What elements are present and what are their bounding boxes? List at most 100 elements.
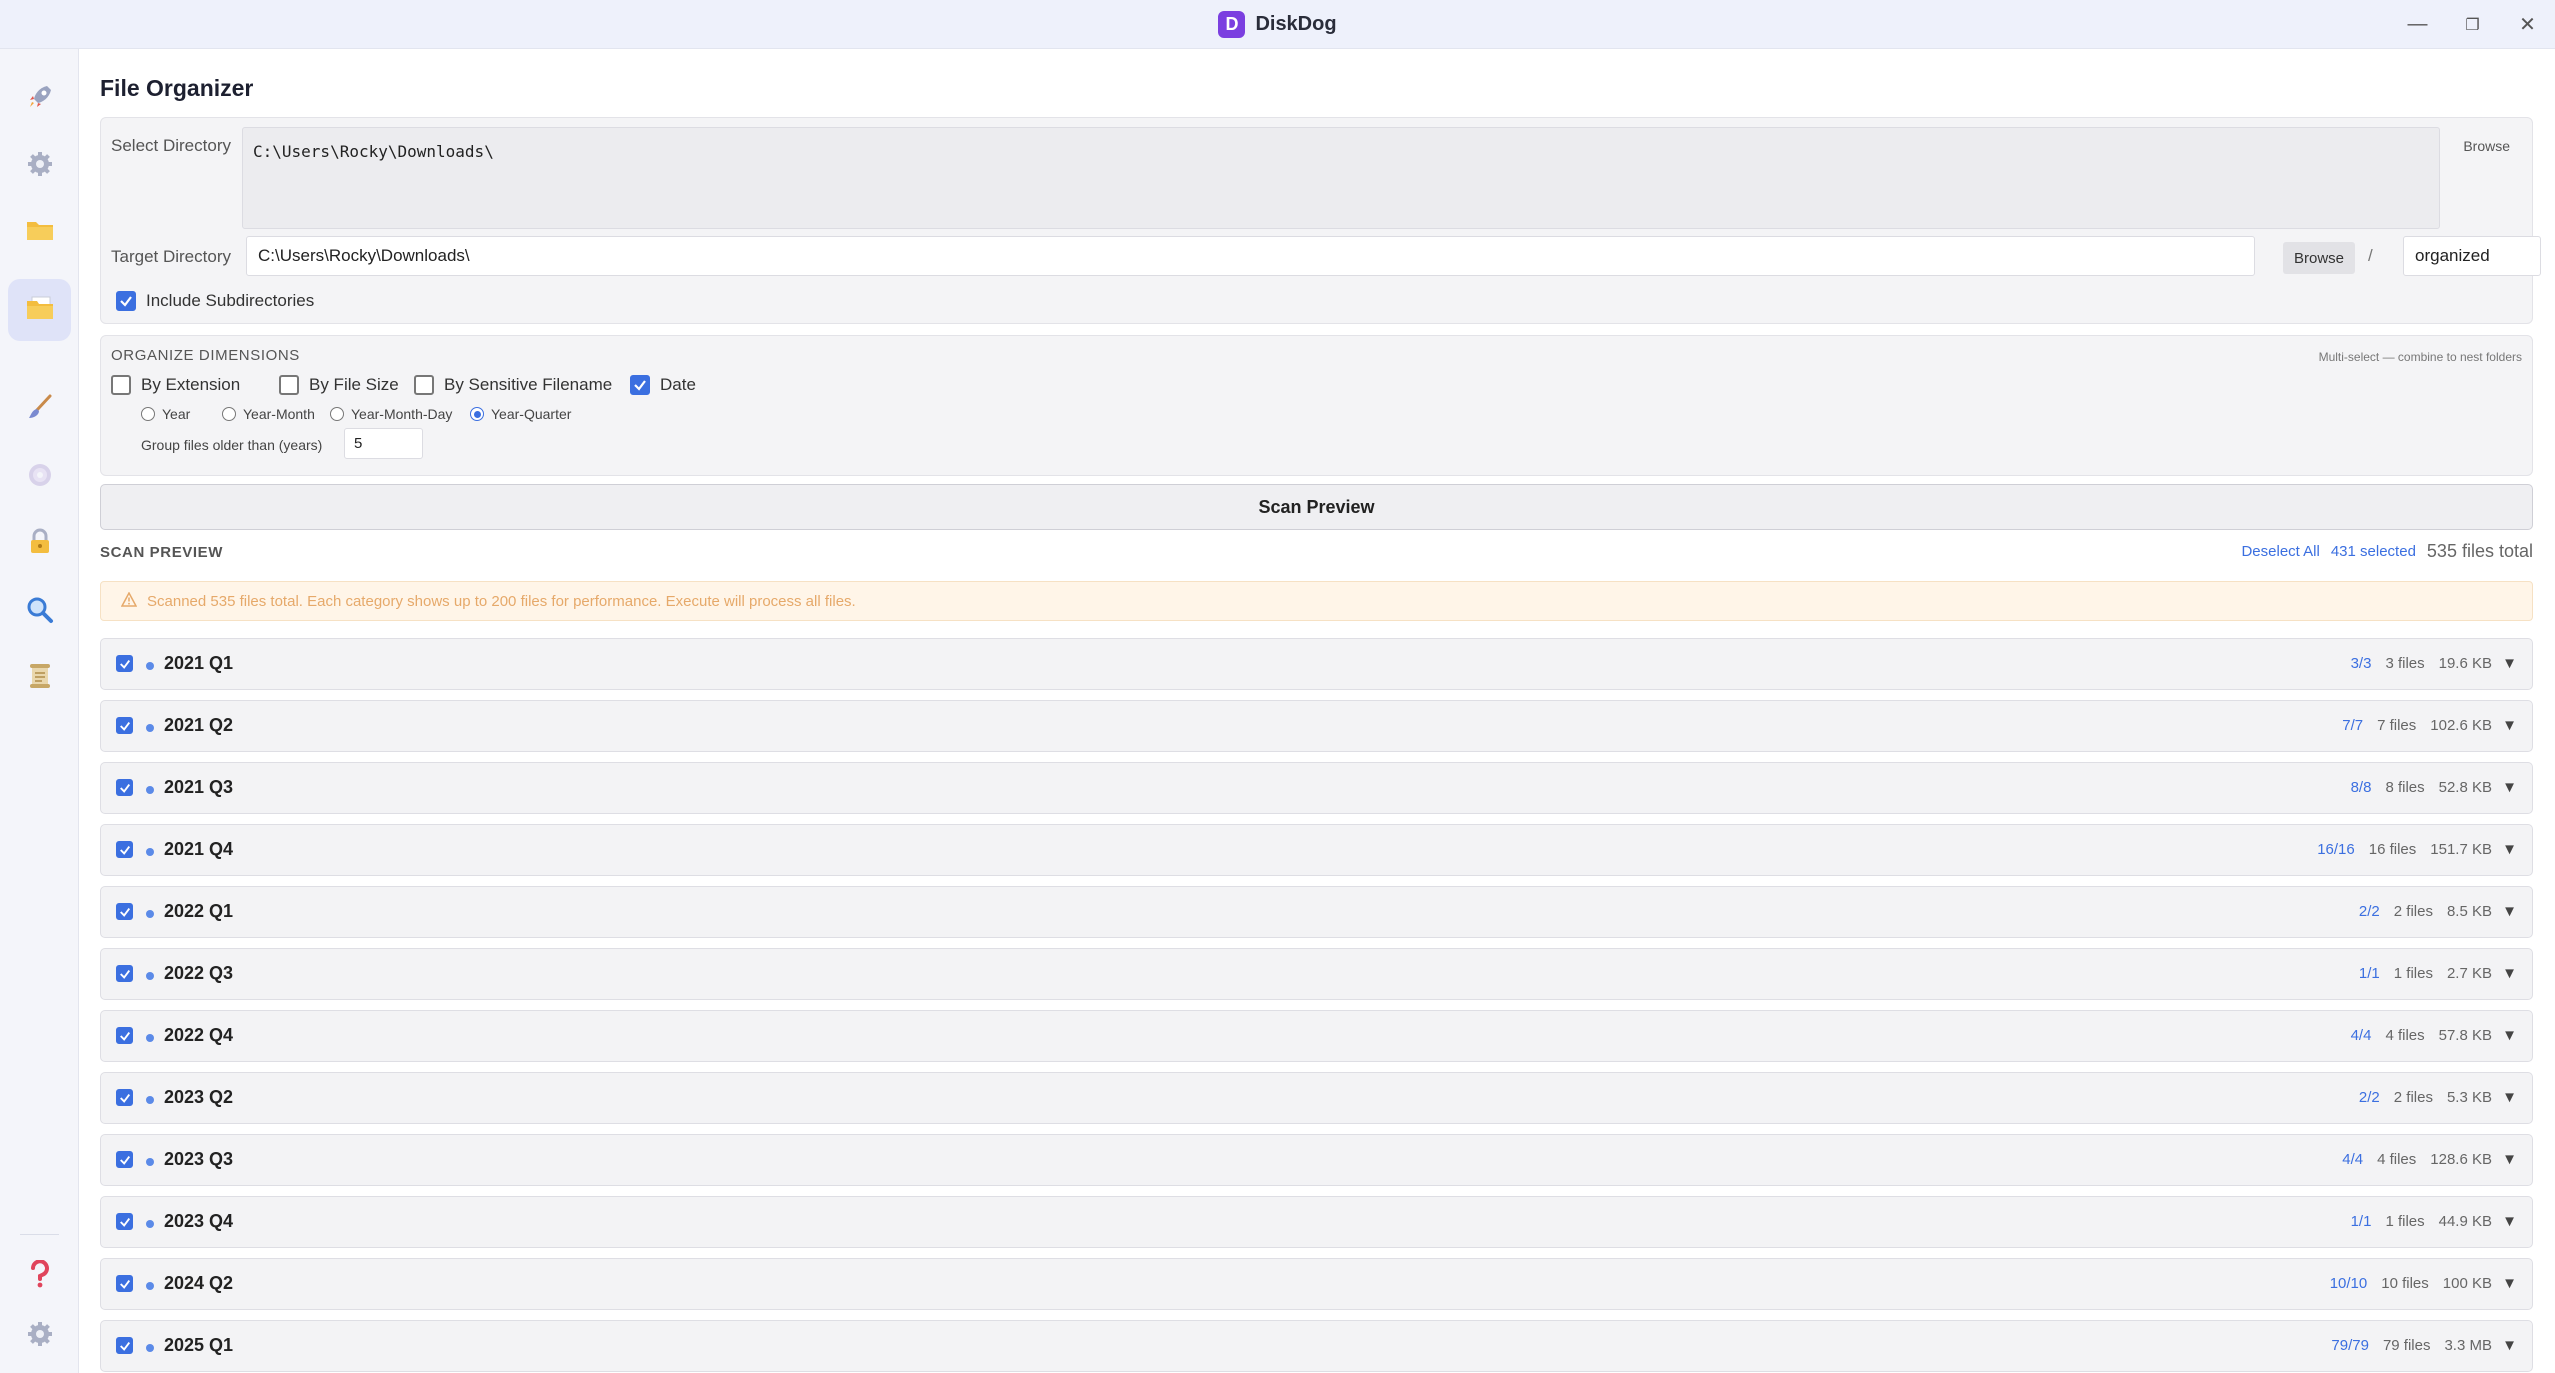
date-mode-year-month-day[interactable]: Year-Month-Day bbox=[330, 406, 452, 422]
category-checkbox[interactable] bbox=[116, 1151, 133, 1168]
category-name: 2023 Q2 bbox=[164, 1087, 234, 1107]
category-checkbox[interactable] bbox=[116, 1213, 133, 1230]
sidebar-item-search[interactable] bbox=[8, 581, 71, 643]
year-quarter-radio[interactable] bbox=[470, 407, 484, 421]
category-name: 2025 Q1 bbox=[164, 1335, 234, 1355]
date-mode-year-month[interactable]: Year-Month bbox=[222, 406, 315, 422]
dimension-by-file-size[interactable]: By File Size bbox=[279, 375, 399, 395]
scan-preview-button[interactable]: Scan Preview bbox=[100, 484, 2533, 530]
minimize-button[interactable]: — bbox=[2390, 0, 2445, 49]
sidebar-item-file-organizer[interactable] bbox=[8, 279, 71, 341]
sidebar-item-help[interactable] bbox=[8, 1245, 71, 1307]
category-row[interactable]: 2021 Q4 16/16 16 files 151.7 KB ▼ bbox=[100, 824, 2533, 876]
category-selected-ratio: 16/16 bbox=[2317, 841, 2355, 858]
year-quarter-label: Year-Quarter bbox=[491, 406, 572, 422]
main-content: File Organizer Select Directory C:\Users… bbox=[79, 49, 2555, 1373]
include-subdirectories-toggle[interactable]: Include Subdirectories bbox=[116, 291, 314, 311]
category-selected-ratio: 3/3 bbox=[2350, 655, 2372, 672]
year-month-day-radio[interactable] bbox=[330, 407, 344, 421]
category-size: 128.6 KB bbox=[2430, 1151, 2492, 1168]
date-mode-year[interactable]: Year bbox=[141, 406, 190, 422]
sidebar-item-gear[interactable] bbox=[8, 135, 71, 197]
scan-preview-summary: Deselect All 431 selected 535 files tota… bbox=[2241, 541, 2533, 562]
category-row[interactable]: 2022 Q3 1/1 1 files 2.7 KB ▼ bbox=[100, 948, 2533, 1000]
category-checkbox[interactable] bbox=[116, 903, 133, 920]
category-checkbox[interactable] bbox=[116, 1089, 133, 1106]
category-row[interactable]: 2021 Q3 8/8 8 files 52.8 KB ▼ bbox=[100, 762, 2533, 814]
category-meta: 16/16 16 files 151.7 KB bbox=[2317, 841, 2492, 858]
expand-caret-icon[interactable]: ▼ bbox=[2502, 1275, 2517, 1292]
expand-caret-icon[interactable]: ▼ bbox=[2502, 655, 2517, 672]
group-older-input[interactable]: 5 bbox=[344, 428, 423, 459]
category-size: 44.9 KB bbox=[2438, 1213, 2492, 1230]
category-dot bbox=[146, 1220, 154, 1228]
warning-icon bbox=[120, 590, 138, 611]
category-row[interactable]: 2025 Q1 79/79 79 files 3.3 MB ▼ bbox=[100, 1320, 2533, 1372]
category-name: 2021 Q1 bbox=[164, 653, 234, 673]
category-row[interactable]: 2021 Q2 7/7 7 files 102.6 KB ▼ bbox=[100, 700, 2533, 752]
target-directory-input[interactable]: C:\Users\Rocky\Downloads\ bbox=[246, 236, 2255, 276]
expand-caret-icon[interactable]: ▼ bbox=[2502, 841, 2517, 858]
date-mode-year-quarter[interactable]: Year-Quarter bbox=[470, 406, 571, 422]
sidebar-item-folder[interactable] bbox=[8, 201, 71, 263]
expand-caret-icon[interactable]: ▼ bbox=[2502, 1027, 2517, 1044]
category-row[interactable]: 2023 Q2 2/2 2 files 5.3 KB ▼ bbox=[100, 1072, 2533, 1124]
expand-caret-icon[interactable]: ▼ bbox=[2502, 1089, 2517, 1106]
year-month-day-label: Year-Month-Day bbox=[351, 406, 453, 422]
dimension-by-extension[interactable]: By Extension bbox=[111, 375, 240, 395]
category-checkbox[interactable] bbox=[116, 1275, 133, 1292]
maximize-button[interactable]: ❐ bbox=[2445, 0, 2500, 49]
category-selected-ratio: 10/10 bbox=[2329, 1275, 2368, 1292]
category-dot bbox=[146, 662, 154, 670]
category-row[interactable]: 2021 Q1 3/3 3 files 19.6 KB ▼ bbox=[100, 638, 2533, 690]
deselect-all-link[interactable]: Deselect All bbox=[2241, 543, 2319, 560]
close-button[interactable]: ✕ bbox=[2500, 0, 2555, 49]
category-size: 8.5 KB bbox=[2446, 903, 2492, 920]
sidebar-item-settings[interactable] bbox=[8, 1305, 71, 1367]
dimension-by-sensitive-filename[interactable]: By Sensitive Filename bbox=[414, 375, 612, 395]
dimension-date[interactable]: Date bbox=[630, 375, 696, 395]
category-row[interactable]: 2023 Q3 4/4 4 files 128.6 KB ▼ bbox=[100, 1134, 2533, 1186]
expand-caret-icon[interactable]: ▼ bbox=[2502, 779, 2517, 796]
sidebar-item-disc[interactable] bbox=[8, 446, 71, 508]
by-file-size-checkbox[interactable] bbox=[279, 375, 299, 395]
category-checkbox[interactable] bbox=[116, 655, 133, 672]
subfolder-name-input[interactable]: organized bbox=[2403, 236, 2541, 276]
select-browse-button[interactable]: Browse bbox=[2463, 138, 2510, 154]
category-checkbox[interactable] bbox=[116, 841, 133, 858]
category-checkbox[interactable] bbox=[116, 965, 133, 982]
expand-caret-icon[interactable]: ▼ bbox=[2502, 1213, 2517, 1230]
category-meta: 10/10 10 files 100 KB bbox=[2330, 1275, 2492, 1292]
sidebar-item-lock[interactable] bbox=[8, 513, 71, 575]
category-file-count: 1 files bbox=[2385, 1213, 2425, 1230]
category-row[interactable]: 2023 Q4 1/1 1 files 44.9 KB ▼ bbox=[100, 1196, 2533, 1248]
scan-preview-heading: SCAN PREVIEW bbox=[100, 544, 224, 561]
category-row[interactable]: 2022 Q4 4/4 4 files 57.8 KB ▼ bbox=[100, 1010, 2533, 1062]
by-sensitive-filename-checkbox[interactable] bbox=[414, 375, 434, 395]
date-checkbox[interactable] bbox=[630, 375, 650, 395]
include-subdirectories-checkbox[interactable] bbox=[116, 291, 136, 311]
expand-caret-icon[interactable]: ▼ bbox=[2502, 965, 2517, 982]
category-checkbox[interactable] bbox=[116, 779, 133, 796]
category-row[interactable]: 2022 Q1 2/2 2 files 8.5 KB ▼ bbox=[100, 886, 2533, 938]
category-checkbox[interactable] bbox=[116, 1027, 133, 1044]
sidebar-item-rocket[interactable] bbox=[8, 68, 71, 130]
target-browse-button[interactable]: Browse bbox=[2283, 242, 2355, 274]
expand-caret-icon[interactable]: ▼ bbox=[2502, 717, 2517, 734]
sidebar-item-brush[interactable] bbox=[8, 378, 71, 440]
sidebar-item-logs[interactable] bbox=[8, 647, 71, 709]
expand-caret-icon[interactable]: ▼ bbox=[2502, 903, 2517, 920]
category-name: 2024 Q2 bbox=[164, 1273, 234, 1293]
year-radio[interactable] bbox=[141, 407, 155, 421]
category-size: 100 KB bbox=[2442, 1275, 2492, 1292]
select-directory-input[interactable]: C:\Users\Rocky\Downloads\ bbox=[242, 127, 2440, 229]
category-file-count: 16 files bbox=[2368, 841, 2417, 858]
by-extension-checkbox[interactable] bbox=[111, 375, 131, 395]
category-checkbox[interactable] bbox=[116, 717, 133, 734]
year-month-radio[interactable] bbox=[222, 407, 236, 421]
category-checkbox[interactable] bbox=[116, 1337, 133, 1354]
category-file-count: 2 files bbox=[2393, 903, 2433, 920]
expand-caret-icon[interactable]: ▼ bbox=[2502, 1151, 2517, 1168]
expand-caret-icon[interactable]: ▼ bbox=[2502, 1337, 2517, 1354]
category-row[interactable]: 2024 Q2 10/10 10 files 100 KB ▼ bbox=[100, 1258, 2533, 1310]
